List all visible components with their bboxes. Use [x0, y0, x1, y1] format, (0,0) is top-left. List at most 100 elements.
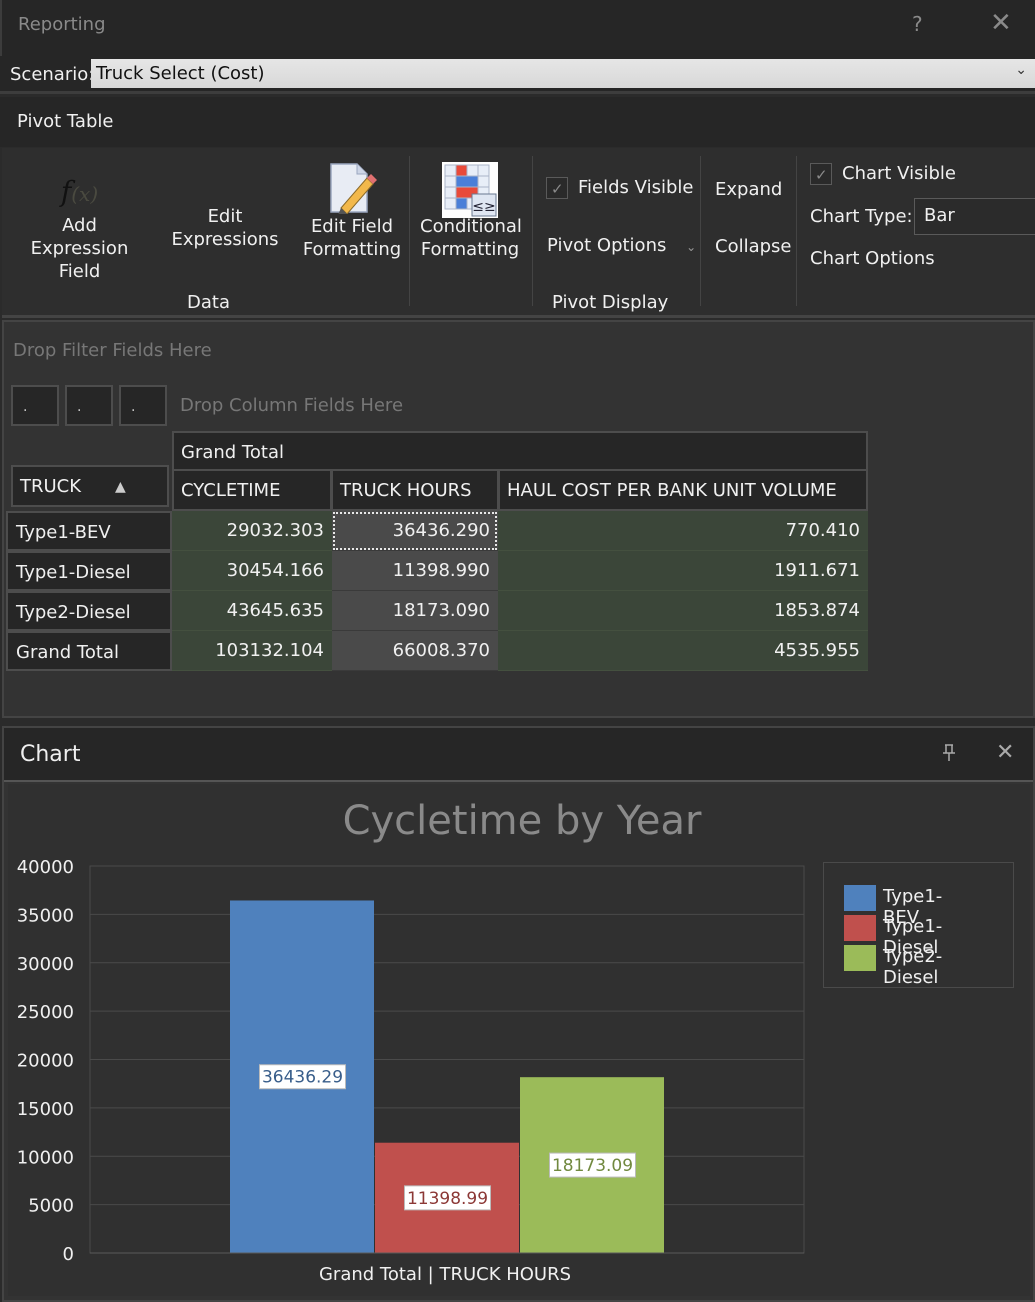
ribbon-separator: [532, 156, 533, 306]
pivot-options-label: Pivot Options: [547, 235, 667, 256]
data-field-button[interactable]: .: [65, 385, 113, 426]
chart-panel-title: Chart: [20, 742, 81, 767]
table-cell[interactable]: 29032.303: [172, 511, 332, 551]
ribbon-tab-bar: Pivot Table: [0, 97, 1035, 147]
pivot-options-dropdown[interactable]: Pivot Options ⌄: [547, 234, 696, 259]
conditional-formatting-button[interactable]: ≤≥ Conditional Formatting: [420, 162, 522, 261]
chart-visible-label: Chart Visible: [842, 163, 956, 184]
y-tick-label: 35000: [17, 905, 74, 926]
chart-title: Cycletime by Year: [343, 798, 702, 844]
data-field-button[interactable]: .: [119, 385, 167, 426]
data-field-button[interactable]: .: [11, 385, 59, 426]
table-cell[interactable]: 1911.671: [498, 551, 868, 591]
sort-ascending-icon: ▲: [115, 479, 126, 495]
scenario-value: Truck Select (Cost): [96, 63, 265, 84]
y-tick-label: 15000: [17, 1099, 74, 1120]
chart-options-button[interactable]: Chart Options: [810, 247, 935, 270]
add-expression-field-label-1: Add Expression: [30, 215, 129, 259]
row-header[interactable]: Type1-Diesel: [6, 551, 172, 591]
table-cell[interactable]: 66008.370: [332, 631, 498, 671]
column-drop-zone[interactable]: Drop Column Fields Here: [180, 395, 403, 416]
fields-visible-checkbox[interactable]: Fields Visible: [546, 176, 694, 201]
ribbon-separator: [700, 156, 701, 306]
conditional-formatting-icon: ≤≥: [420, 162, 520, 218]
table-cell[interactable]: 11398.990: [332, 551, 498, 591]
title-bar: Reporting ? ✕: [0, 0, 1035, 56]
ribbon: f(x) Add Expression Field Edit Expressio…: [2, 148, 1035, 318]
table-cell[interactable]: 1853.874: [498, 591, 868, 631]
bar-chart: Cycletime by Year 0 5000 10000 15000 20000 250…: [17, 798, 805, 1285]
y-tick-label: 5000: [28, 1196, 74, 1217]
row-header[interactable]: Type1-BEV: [6, 511, 172, 551]
edit-expressions-button[interactable]: Edit Expressions: [155, 205, 295, 251]
edit-field-formatting-label-2: Formatting: [302, 239, 402, 260]
tab-pivot-table[interactable]: Pivot Table: [17, 111, 113, 132]
add-expression-field-label-2: Field: [58, 261, 101, 282]
scenario-row: Scenario: Truck Select (Cost) ⌄: [0, 56, 1035, 94]
x-category-label: Grand Total | TRUCK HOURS: [319, 1264, 571, 1285]
row-header[interactable]: Type2-Diesel: [6, 591, 172, 631]
chart-legend: Type1-BEV Type1-Diesel Type2-Diesel: [823, 862, 1014, 988]
legend-swatch: [844, 915, 876, 941]
chart-type-dropdown[interactable]: Bar: [914, 198, 1035, 235]
legend-label: Type2-Diesel: [883, 946, 943, 988]
chevron-down-icon: ⌄: [1015, 62, 1027, 78]
fields-visible-label: Fields Visible: [578, 177, 694, 198]
data-group-label: Data: [187, 292, 230, 313]
conditional-formatting-label-1: Conditional: [420, 216, 522, 237]
table-cell-focused[interactable]: 36436.290: [332, 511, 498, 551]
table-cell[interactable]: 103132.104: [172, 631, 332, 671]
legend-swatch: [844, 885, 876, 911]
column-header-truck-hours[interactable]: TRUCK HOURS: [331, 469, 499, 511]
pin-icon[interactable]: [942, 744, 956, 767]
y-tick-label: 40000: [17, 857, 74, 878]
filter-drop-zone[interactable]: Drop Filter Fields Here: [13, 340, 212, 361]
y-tick-label: 25000: [17, 1002, 74, 1023]
chevron-down-icon: ⌄: [686, 240, 697, 254]
pivot-display-group-label: Pivot Display: [552, 292, 669, 313]
scenario-dropdown[interactable]: Truck Select (Cost) ⌄: [91, 59, 1035, 88]
add-expression-field-button[interactable]: f(x) Add Expression Field: [12, 174, 147, 283]
y-tick-label: 10000: [17, 1147, 74, 1168]
svg-text:≤≥: ≤≥: [472, 199, 495, 215]
expand-button[interactable]: Expand: [715, 178, 782, 201]
column-group-header: Grand Total: [172, 431, 868, 471]
data-label: 18173.09: [552, 1156, 633, 1176]
chart-visible-checkbox[interactable]: Chart Visible: [810, 162, 956, 187]
checkbox-checked-icon: [546, 177, 568, 201]
chart-area: Cycletime by Year 0 5000 10000 15000 20000 250…: [8, 784, 1030, 1296]
table-cell[interactable]: 30454.166: [172, 551, 332, 591]
scenario-label: Scenario:: [10, 64, 95, 85]
data-label: 36436.29: [262, 1068, 343, 1088]
ribbon-separator: [796, 156, 797, 306]
table-cell[interactable]: 43645.635: [172, 591, 332, 631]
chart-panel-header: Chart ✕: [4, 728, 1033, 782]
row-header[interactable]: Grand Total: [6, 631, 172, 671]
conditional-formatting-label-2: Formatting: [420, 239, 520, 260]
data-label: 11398.99: [407, 1189, 488, 1209]
y-tick-label: 0: [63, 1244, 74, 1265]
y-tick-label: 30000: [17, 954, 74, 975]
edit-field-formatting-label-1: Edit Field: [310, 216, 394, 237]
table-cell[interactable]: 18173.090: [332, 591, 498, 631]
table-cell[interactable]: 4535.955: [498, 631, 868, 671]
help-icon[interactable]: ?: [912, 12, 923, 36]
row-field-truck[interactable]: TRUCK ▲: [11, 465, 169, 507]
close-icon[interactable]: ✕: [996, 740, 1014, 765]
row-field-label: TRUCK: [20, 476, 82, 497]
close-icon[interactable]: ✕: [990, 8, 1012, 38]
column-header-cycletime[interactable]: CYCLETIME: [172, 469, 332, 511]
table-cell[interactable]: 770.410: [498, 511, 868, 551]
chart-panel: Chart ✕ Cycletime by Year 0 5000 10000 15000…: [2, 726, 1035, 1302]
chart-type-label: Chart Type:: [810, 206, 913, 227]
checkbox-checked-icon: [810, 163, 832, 187]
y-tick-label: 20000: [17, 1051, 74, 1072]
edit-field-formatting-button[interactable]: Edit Field Formatting: [302, 162, 402, 261]
ribbon-separator: [409, 156, 410, 306]
column-header-haul-cost[interactable]: HAUL COST PER BANK UNIT VOLUME: [498, 469, 868, 511]
pivot-grid: Drop Filter Fields Here . . . Drop Colum…: [2, 320, 1035, 718]
collapse-button[interactable]: Collapse: [715, 235, 792, 258]
window-title: Reporting: [18, 14, 106, 35]
function-icon: f(x): [60, 175, 99, 208]
legend-swatch: [844, 945, 876, 971]
